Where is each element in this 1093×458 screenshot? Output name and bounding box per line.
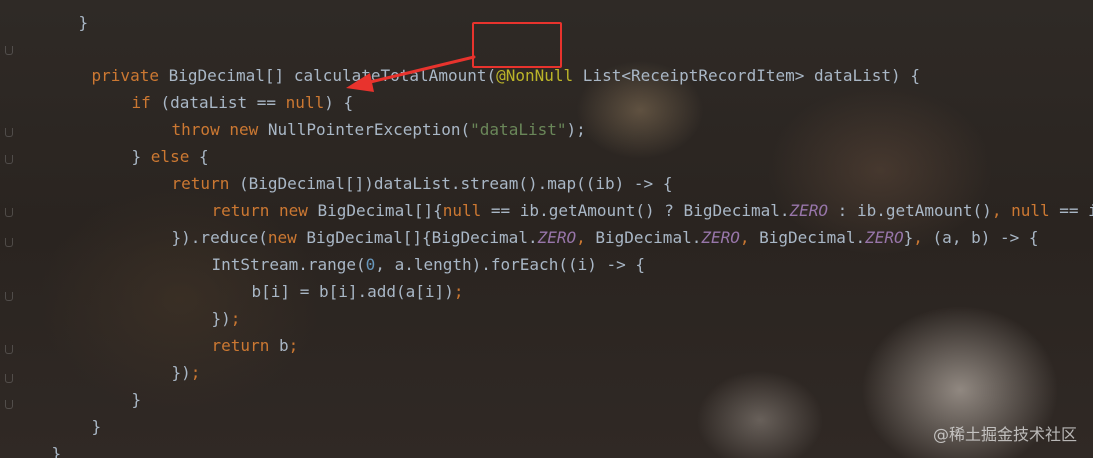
code-editor[interactable]: } private BigDecimal[] calculateTotalAmo… bbox=[0, 0, 1093, 458]
annotation-arrow-icon bbox=[346, 55, 476, 92]
watermark-text: @稀土掘金技术社区 bbox=[932, 425, 1077, 444]
